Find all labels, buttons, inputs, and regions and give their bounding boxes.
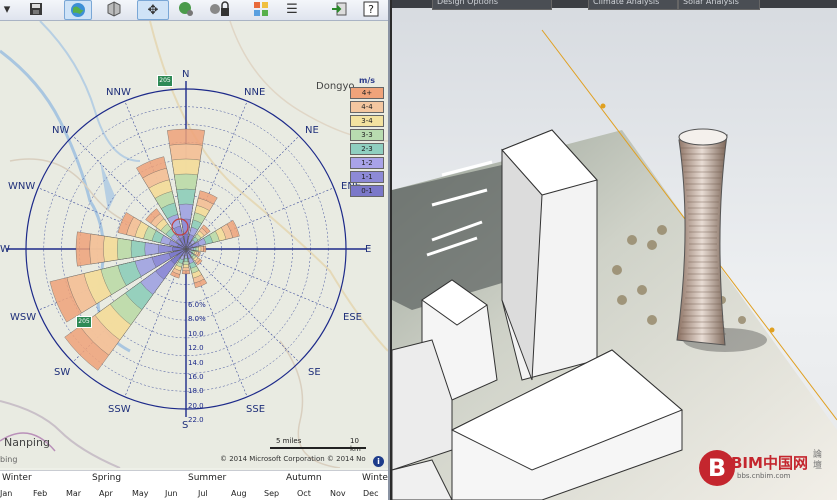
pane-splitter[interactable] bbox=[388, 0, 390, 500]
ring-label: 16.0 bbox=[188, 373, 204, 381]
compass-sse: SSE bbox=[246, 404, 266, 415]
ring-label: 20.0 bbox=[188, 401, 204, 410]
grid-view-icon[interactable] bbox=[250, 0, 272, 18]
legend-bin: 4+ bbox=[350, 87, 384, 99]
month-label[interactable]: May bbox=[132, 489, 149, 498]
export-icon[interactable] bbox=[328, 0, 350, 18]
month-label[interactable]: Nov bbox=[330, 489, 346, 498]
move-arrows-icon[interactable]: ✥ bbox=[137, 0, 169, 20]
compass-ese: ESE bbox=[343, 312, 362, 323]
ring-label: 18.0 bbox=[188, 387, 204, 396]
month-label[interactable]: Mar bbox=[66, 489, 81, 498]
season-label: Autumn bbox=[286, 473, 322, 483]
compass-se: SE bbox=[308, 367, 321, 378]
month-label[interactable]: Aug bbox=[231, 489, 247, 498]
globe-icon[interactable] bbox=[64, 0, 92, 20]
list-view-icon[interactable]: ☰ bbox=[280, 0, 304, 18]
season-label: Summer bbox=[188, 473, 227, 483]
compass-nw: NW bbox=[52, 125, 70, 136]
place-nanping: Nanping bbox=[4, 436, 50, 449]
compass-ne: NE bbox=[305, 125, 319, 136]
legend-bin: 1-2 bbox=[350, 157, 384, 169]
scale-miles: 5 miles bbox=[276, 437, 302, 445]
bing-logo: bing bbox=[0, 455, 18, 464]
map-view[interactable]: N NNE NE ENE E ESE SE SSE S SSW SW WSW W… bbox=[0, 21, 388, 468]
3d-viewport[interactable]: Design Options Climate Analysis Solar An… bbox=[392, 0, 837, 500]
compass-wsw: WSW bbox=[10, 312, 37, 323]
month-label[interactable]: Apr bbox=[99, 489, 113, 498]
month-label[interactable]: Oct bbox=[297, 489, 311, 498]
toolbar: ▾ ✥ ☰ ? bbox=[0, 0, 390, 21]
season-label: Winter bbox=[2, 473, 32, 483]
twisted-tower bbox=[676, 134, 728, 346]
globe-settings-icon[interactable] bbox=[175, 0, 197, 18]
ring-label: 10.0 bbox=[188, 329, 204, 338]
month-label[interactable]: Jun bbox=[165, 489, 178, 498]
copyright: © 2014 Microsoft Corporation © 2014 No bbox=[220, 455, 366, 463]
compass-nne: NNE bbox=[244, 87, 266, 98]
info-icon[interactable]: i bbox=[373, 456, 384, 467]
watermark-side: 論壇 bbox=[813, 450, 823, 471]
compass-wnw: WNW bbox=[8, 181, 36, 192]
legend-bin: 0-1 bbox=[350, 185, 384, 197]
weather-tool-pane: ▾ ✥ ☰ ? N NNE NE E ESE SE SSE S SSW SW W… bbox=[0, 0, 390, 500]
legend-unit: m/s bbox=[358, 76, 376, 85]
compass-n: N bbox=[182, 69, 190, 80]
watermark-title: BIM中国网 bbox=[731, 454, 808, 472]
season-label: Winter bbox=[362, 473, 390, 483]
compass-sw: SW bbox=[54, 367, 71, 378]
scale-km: 10 km bbox=[350, 437, 361, 453]
compass-w: W bbox=[0, 244, 10, 255]
svg-text:?: ? bbox=[368, 3, 374, 16]
save-icon[interactable] bbox=[26, 0, 46, 18]
place-dongyo: Dongyo bbox=[316, 81, 355, 92]
help-icon[interactable]: ? bbox=[360, 0, 382, 18]
month-label[interactable]: Jul bbox=[198, 489, 208, 498]
bim-watermark: B BIM中国网 bbs.cnbim.com 論壇 bbox=[697, 446, 827, 490]
month-label[interactable]: Dec bbox=[363, 489, 378, 498]
month-label[interactable]: Jan bbox=[0, 489, 12, 498]
lock-settings-icon[interactable] bbox=[206, 0, 234, 18]
legend-bin: 2-3 bbox=[350, 143, 384, 155]
ring-label: 12.0 bbox=[188, 344, 204, 353]
svg-text:B: B bbox=[708, 454, 726, 482]
compass-e: E bbox=[365, 244, 372, 255]
compass-ssw: SSW bbox=[108, 404, 131, 415]
ring-label: 8.0% bbox=[188, 315, 206, 324]
ring-label: 6.0% bbox=[188, 301, 206, 309]
season-timeline[interactable]: Winter Spring Summer Autumn Winter Jan Feb Mar… bbox=[0, 470, 390, 500]
month-label[interactable]: Feb bbox=[33, 489, 47, 498]
ring-label: 22.0 bbox=[188, 416, 204, 425]
watermark-url: bbs.cnbim.com bbox=[737, 472, 791, 480]
legend-bin: 3-3 bbox=[350, 129, 384, 141]
box-3d-icon[interactable] bbox=[102, 0, 126, 18]
dropdown-arrow-icon[interactable]: ▾ bbox=[0, 0, 14, 18]
wind-speed-legend: m/s 4+ 4-4 3-4 3-3 2-3 1-2 1-1 0-1 bbox=[350, 76, 384, 199]
legend-bin: 3-4 bbox=[350, 115, 384, 127]
road-shield: 205 bbox=[157, 75, 173, 87]
ring-label: 14.0 bbox=[188, 358, 204, 367]
legend-bin: 1-1 bbox=[350, 171, 384, 183]
season-label: Spring bbox=[92, 473, 122, 483]
3d-scene bbox=[392, 29, 837, 500]
road-shield: 205 bbox=[76, 316, 92, 328]
compass-nnw: NNW bbox=[106, 87, 131, 98]
legend-bin: 4-4 bbox=[350, 101, 384, 113]
month-label[interactable]: Sep bbox=[264, 489, 279, 498]
